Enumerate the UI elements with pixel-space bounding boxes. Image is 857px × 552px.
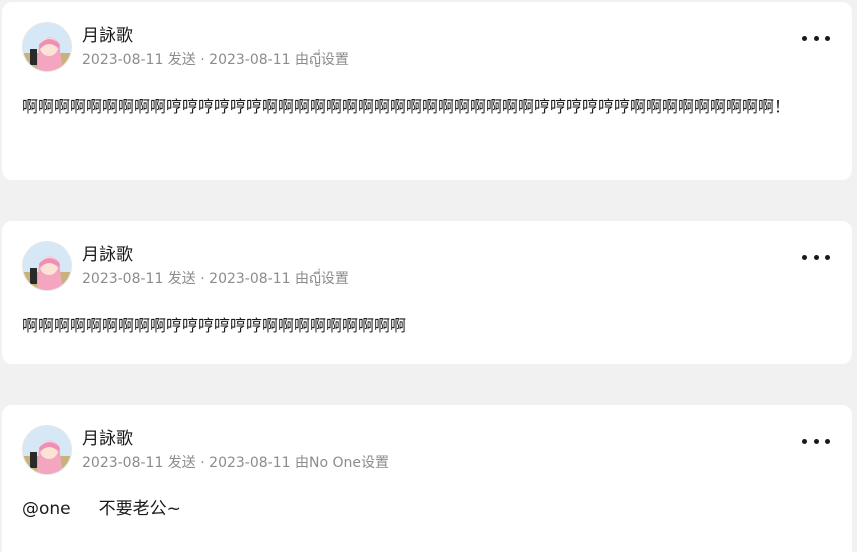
post-feed: 月詠歌 2023-08-11 发送 · 2023-08-11 由ญี่设置 啊啊…: [0, 0, 857, 552]
post-card: 月詠歌 2023-08-11 发送 · 2023-08-11 由No One设置…: [2, 405, 852, 552]
author-name[interactable]: 月詠歌: [82, 25, 133, 47]
avatar[interactable]: [22, 425, 72, 475]
post-meta: 2023-08-11 发送 · 2023-08-11 由ญี่设置: [82, 52, 349, 68]
more-dots-icon[interactable]: [802, 249, 830, 265]
mention-link[interactable]: @one: [22, 499, 71, 519]
more-dots-icon[interactable]: [802, 30, 830, 46]
author-name[interactable]: 月詠歌: [82, 244, 133, 266]
post-content: 啊啊啊啊啊啊啊啊啊哼哼哼哼哼哼啊啊啊啊啊啊啊啊啊: [22, 316, 407, 335]
post-content: 啊啊啊啊啊啊啊啊啊哼哼哼哼哼哼啊啊啊啊啊啊啊啊啊啊啊啊啊啊啊啊啊哼哼哼哼哼哼啊啊…: [22, 97, 791, 116]
post-card: 月詠歌 2023-08-11 发送 · 2023-08-11 由ญี่设置 啊啊…: [2, 2, 852, 180]
post-content: @one 不要老公~: [22, 492, 832, 526]
post-meta: 2023-08-11 发送 · 2023-08-11 由ญี่设置: [82, 271, 349, 287]
post-meta: 2023-08-11 发送 · 2023-08-11 由No One设置: [82, 455, 389, 471]
avatar[interactable]: [22, 22, 72, 72]
author-name[interactable]: 月詠歌: [82, 428, 133, 450]
more-dots-icon[interactable]: [802, 433, 830, 449]
avatar[interactable]: [22, 241, 72, 291]
post-text: 不要老公~: [98, 499, 181, 519]
post-card: 月詠歌 2023-08-11 发送 · 2023-08-11 由ญี่设置 啊啊…: [2, 221, 852, 364]
